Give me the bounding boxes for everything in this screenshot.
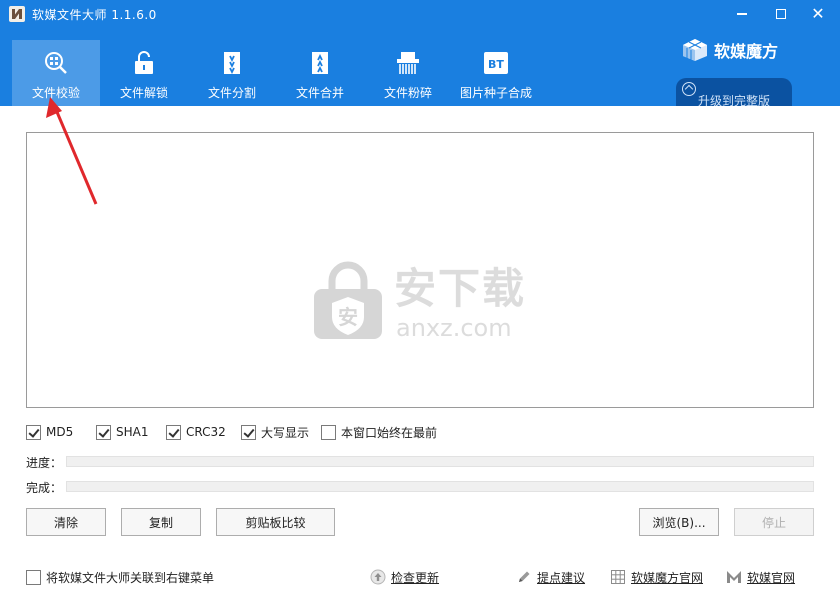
md5-checkbox[interactable] xyxy=(26,424,41,440)
always-on-top-option[interactable]: 本窗口始终在最前 xyxy=(321,423,437,441)
window-title: 软媒文件大师 1.1.6.0 xyxy=(32,8,157,22)
check-update-label: 检查更新 xyxy=(391,570,440,585)
close-button[interactable]: ✕ xyxy=(808,4,828,24)
brand: 软媒魔方 xyxy=(682,38,778,62)
app-header: 软媒文件大师 1.1.6.0 ✕ 文件校验 文件解锁 文件分割 文件合并 文件粉… xyxy=(0,0,840,106)
mofang-site-label: 软媒魔方官网 xyxy=(631,570,704,585)
title-bar: 软媒文件大师 1.1.6.0 ✕ xyxy=(0,0,840,28)
tab-label: 文件分割 xyxy=(207,86,256,100)
bt-icon: BT xyxy=(483,50,509,76)
md5-label: MD5 xyxy=(46,425,74,439)
lock-watermark-icon: 安 xyxy=(314,261,382,339)
progress-label: 进度： xyxy=(26,456,63,470)
always-on-top-label: 本窗口始终在最前 xyxy=(341,425,438,440)
tab-image-torrent[interactable]: BT 图片种子合成 xyxy=(452,40,540,106)
ruanmei-logo-icon xyxy=(726,569,742,585)
close-icon: ✕ xyxy=(811,4,825,23)
pencil-icon xyxy=(516,569,532,585)
tab-file-shred[interactable]: 文件粉碎 xyxy=(364,40,452,106)
shredder-icon xyxy=(395,50,421,76)
done-label: 完成： xyxy=(26,481,63,495)
suggest-link[interactable]: 提点建议 xyxy=(516,568,585,586)
grid-icon xyxy=(610,569,626,585)
svg-text:安: 安 xyxy=(338,305,358,329)
crc32-option[interactable]: CRC32 xyxy=(166,423,226,441)
sha1-checkbox[interactable] xyxy=(96,424,111,440)
upgrade-label: 升级到完整版 xyxy=(698,94,771,106)
clear-button[interactable]: 清除 xyxy=(26,508,106,536)
watermark: 安 安下载 anxz.com xyxy=(312,259,542,349)
progress-bar xyxy=(66,456,814,467)
sha1-label: SHA1 xyxy=(116,425,149,439)
result-output-area[interactable]: 安 安下载 anxz.com xyxy=(26,132,814,408)
tab-label: 文件校验 xyxy=(31,86,80,100)
browse-button[interactable]: 浏览(B)... xyxy=(639,508,719,536)
always-on-top-checkbox[interactable] xyxy=(321,424,336,440)
mofang-logo-icon xyxy=(682,38,708,62)
unlock-icon xyxy=(131,50,157,76)
upgrade-button[interactable]: 升级到完整版 xyxy=(676,78,792,106)
update-arrow-icon xyxy=(370,569,386,585)
tab-file-verify[interactable]: 文件校验 xyxy=(12,40,100,106)
context-menu-checkbox[interactable] xyxy=(26,569,41,585)
ruanmei-site-link[interactable]: 软媒官网 xyxy=(726,568,795,586)
context-menu-label: 将软媒文件大师关联到右键菜单 xyxy=(46,570,215,585)
svg-text:BT: BT xyxy=(488,58,504,71)
upgrade-arrow-icon xyxy=(682,82,696,96)
file-merge-icon xyxy=(307,50,333,76)
mofang-site-link[interactable]: 软媒魔方官网 xyxy=(610,568,703,586)
tab-file-split[interactable]: 文件分割 xyxy=(188,40,276,106)
crc32-label: CRC32 xyxy=(186,425,226,439)
clipboard-compare-button[interactable]: 剪贴板比较 xyxy=(216,508,335,536)
copy-button[interactable]: 复制 xyxy=(121,508,201,536)
tab-label: 文件合并 xyxy=(295,86,344,100)
uppercase-option[interactable]: 大写显示 xyxy=(241,423,309,441)
uppercase-checkbox[interactable] xyxy=(241,424,256,440)
ruanmei-site-label: 软媒官网 xyxy=(747,570,796,585)
minimize-icon xyxy=(737,13,747,15)
tab-file-merge[interactable]: 文件合并 xyxy=(276,40,364,106)
file-split-icon xyxy=(219,50,245,76)
tab-label: 文件粉碎 xyxy=(383,86,432,100)
app-logo-icon xyxy=(9,6,25,22)
tab-label: 文件解锁 xyxy=(119,86,168,100)
suggest-label: 提点建议 xyxy=(537,570,586,585)
uppercase-label: 大写显示 xyxy=(261,425,310,440)
context-menu-option[interactable]: 将软媒文件大师关联到右键菜单 xyxy=(26,569,214,585)
maximize-button[interactable] xyxy=(771,4,791,24)
minimize-button[interactable] xyxy=(732,4,752,24)
tab-file-unlock[interactable]: 文件解锁 xyxy=(100,40,188,106)
crc32-checkbox[interactable] xyxy=(166,424,181,440)
watermark-text: 安下载 xyxy=(394,264,527,313)
brand-name: 软媒魔方 xyxy=(714,42,779,61)
magnify-check-icon xyxy=(43,50,69,76)
done-bar xyxy=(66,481,814,492)
check-update-link[interactable]: 检查更新 xyxy=(370,568,439,586)
sha1-option[interactable]: SHA1 xyxy=(96,423,148,441)
stop-button[interactable]: 停止 xyxy=(734,508,814,536)
watermark-url: anxz.com xyxy=(396,314,512,342)
md5-option[interactable]: MD5 xyxy=(26,423,73,441)
maximize-icon xyxy=(776,9,786,19)
tab-label: 图片种子合成 xyxy=(459,86,532,100)
